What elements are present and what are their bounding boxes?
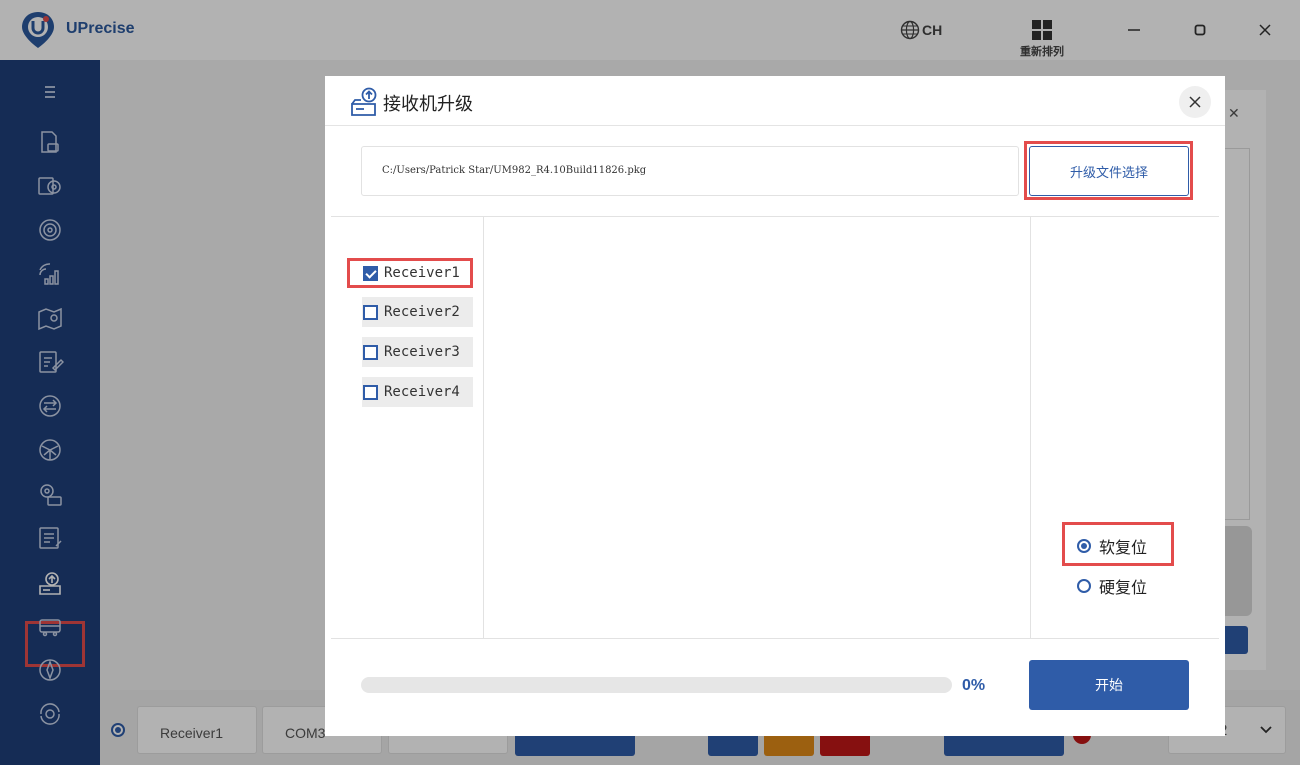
- soft-reset-label: 软复位: [1099, 538, 1148, 557]
- receiver-label: Receiver2: [384, 304, 460, 320]
- close-icon: [1189, 96, 1201, 108]
- hard-reset-label: 硬复位: [1099, 578, 1148, 597]
- receiver-item[interactable]: Receiver3: [362, 337, 473, 367]
- divider: [483, 217, 484, 638]
- dialog-close-button[interactable]: [1179, 86, 1211, 118]
- divider: [331, 638, 1219, 639]
- dialog-header: 接收机升级: [325, 76, 1225, 126]
- receiver-checkbox[interactable]: [363, 384, 378, 400]
- receiver-checkbox[interactable]: [363, 304, 378, 320]
- receiver-checkbox[interactable]: [363, 344, 378, 360]
- upgrade-progress-bar: [361, 677, 952, 693]
- hard-reset-radio[interactable]: [1077, 579, 1091, 593]
- receiver-item[interactable]: Receiver4: [362, 377, 473, 407]
- receiver-label: Receiver4: [384, 384, 460, 400]
- divider: [331, 216, 1219, 217]
- soft-reset-option[interactable]: 软复位: [1077, 534, 1147, 558]
- choose-upgrade-file-button[interactable]: 升级文件选择: [1029, 146, 1189, 196]
- dialog-title: 接收机升级: [383, 94, 473, 115]
- progress-percent: 0%: [962, 677, 986, 694]
- receiver-item[interactable]: Receiver2: [362, 297, 473, 327]
- file-path-field[interactable]: C:/Users/Patrick Star/UM982_R4.10Build11…: [361, 146, 1019, 196]
- receiver-label: Receiver3: [384, 344, 460, 360]
- hard-reset-option[interactable]: 硬复位: [1077, 574, 1147, 598]
- receiver1-highlight: [347, 258, 473, 288]
- start-button[interactable]: 开始: [1029, 660, 1189, 710]
- soft-reset-radio[interactable]: [1077, 539, 1091, 553]
- receiver-upgrade-dialog: 接收机升级 C:/Users/Patrick Star/UM982_R4.10B…: [325, 76, 1225, 736]
- divider: [1030, 217, 1031, 638]
- receiver-upgrade-icon: [351, 87, 377, 116]
